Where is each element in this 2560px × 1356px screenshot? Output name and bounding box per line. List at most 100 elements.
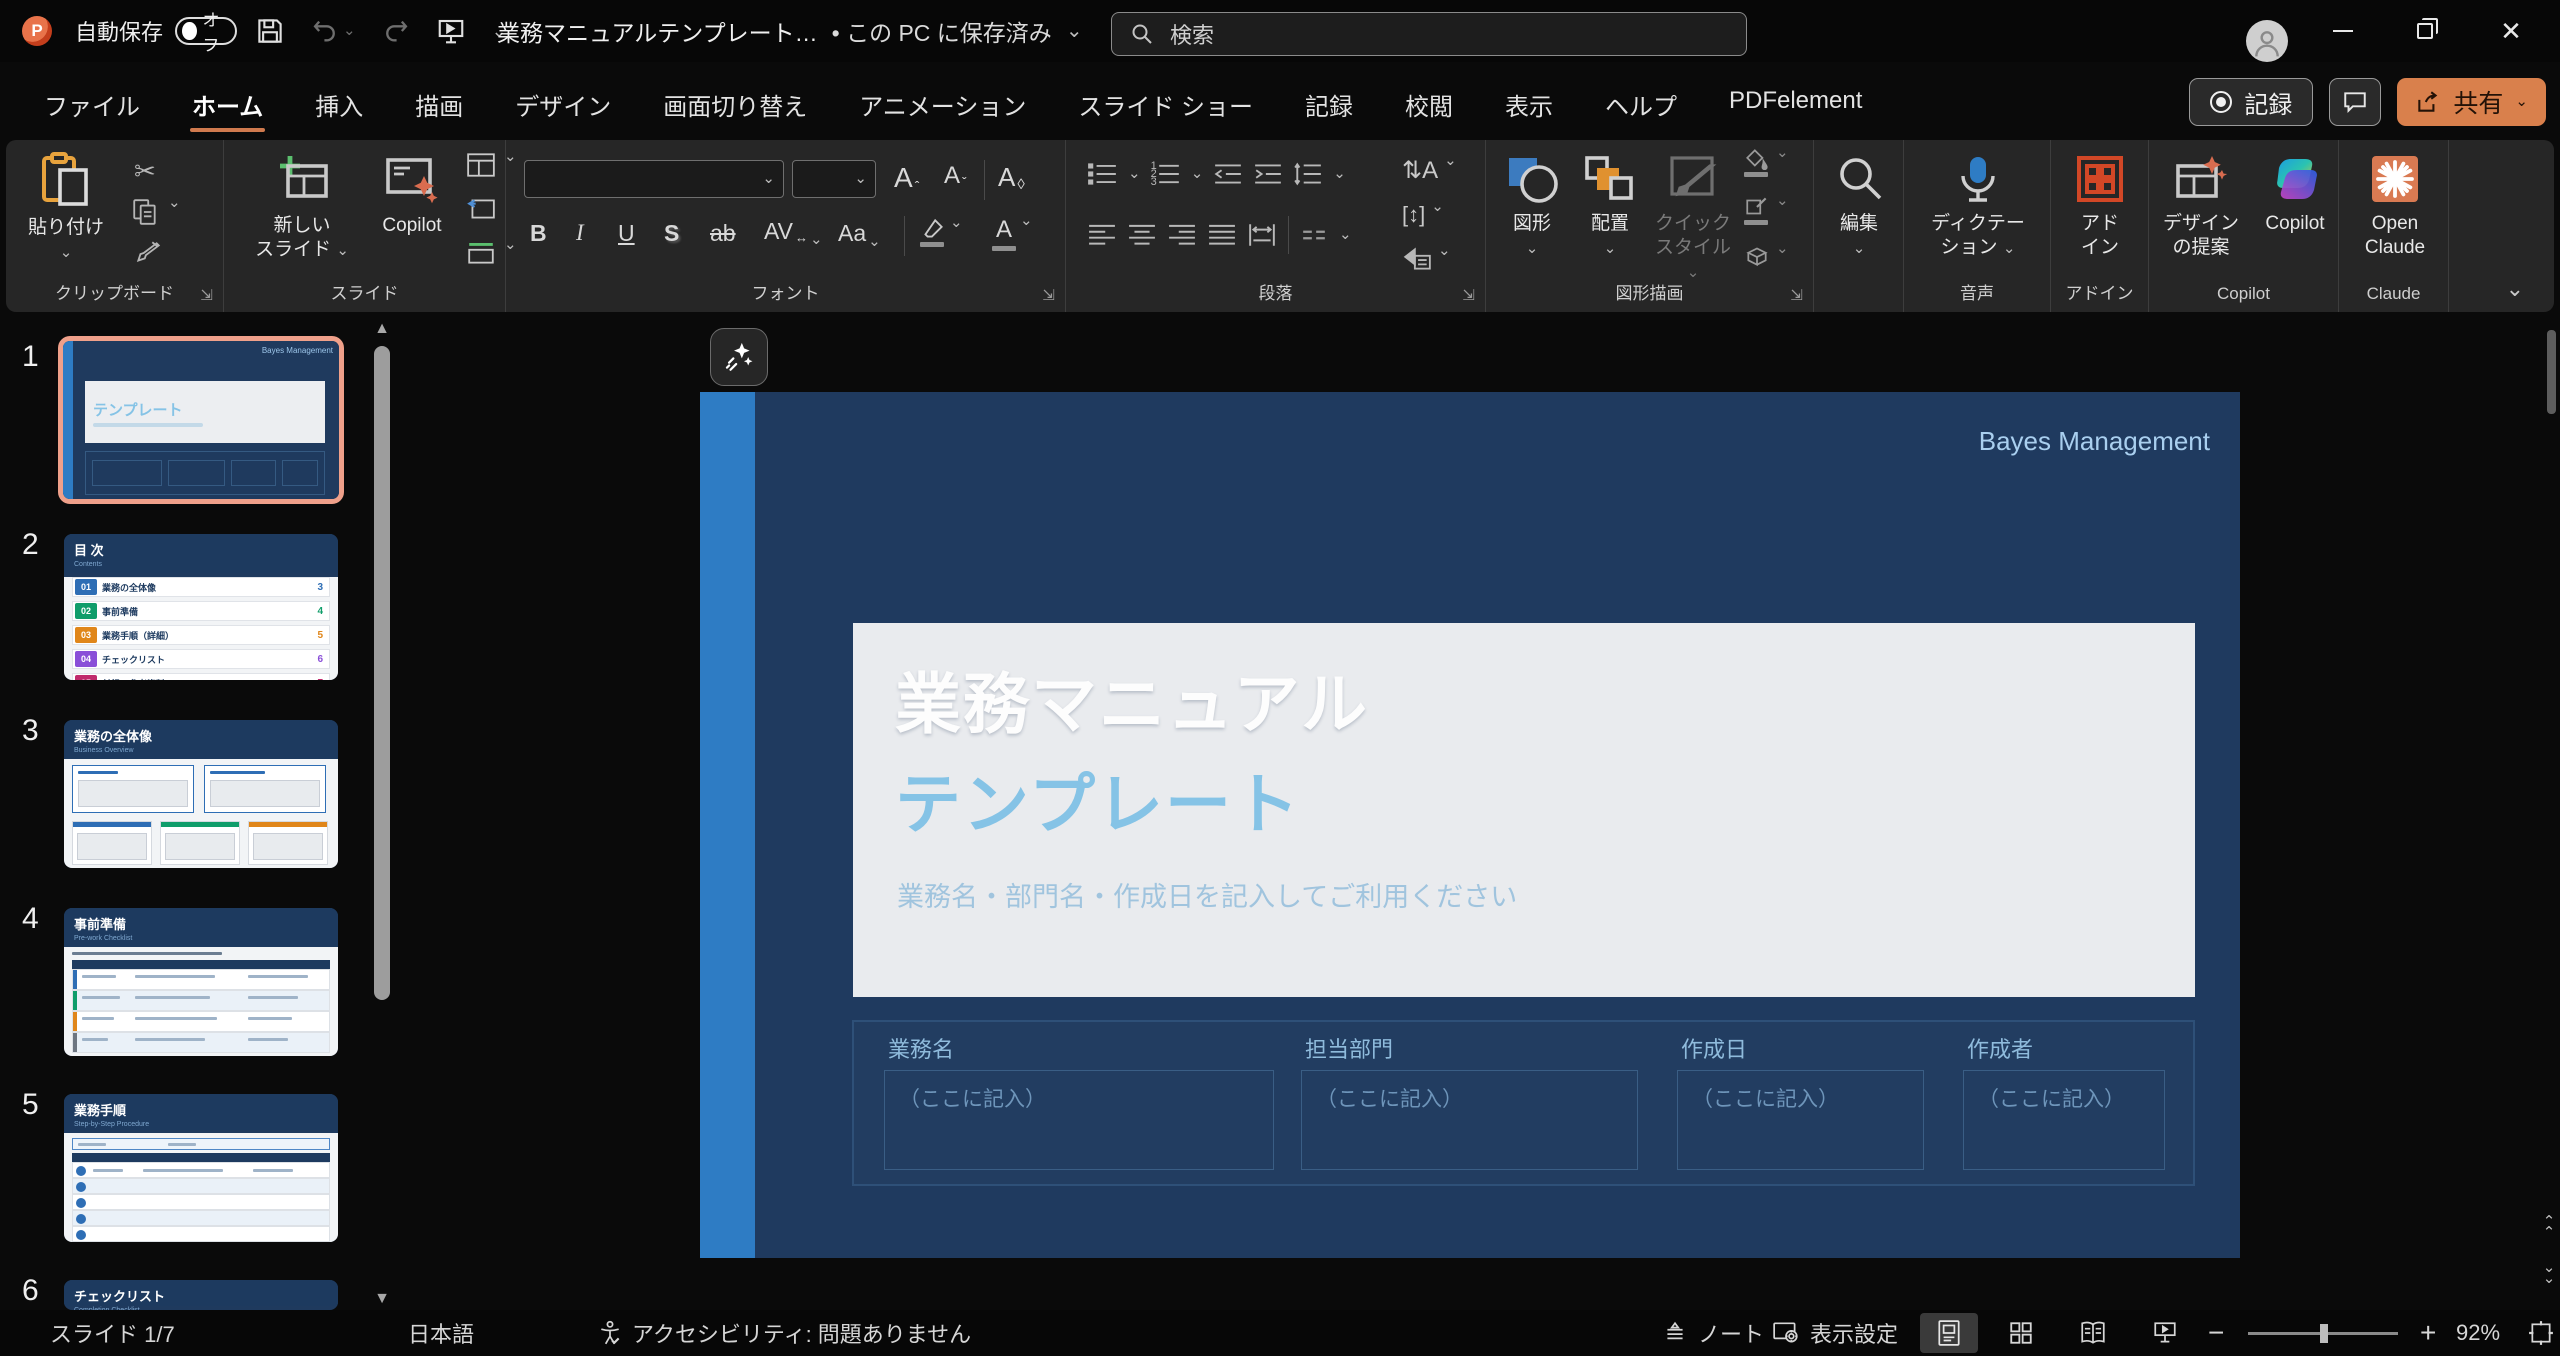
tab-review[interactable]: 校閲 [1383, 77, 1475, 136]
convert-smartart-button[interactable]: ⌄ [1402, 246, 1451, 272]
open-claude-button[interactable]: Open Claude [2353, 142, 2437, 260]
tab-pdfelement[interactable]: PDFelement [1707, 77, 1884, 136]
paragraph-dialog-launcher[interactable]: ⇲ [1462, 286, 1475, 304]
slides-copilot-button[interactable]: Copilot [364, 140, 460, 238]
underline-button[interactable]: U [618, 220, 635, 247]
thumb-scroll-up-icon[interactable]: ▲ [372, 320, 392, 338]
field-input-box[interactable]: （ここに記入） [884, 1070, 1274, 1170]
line-spacing-dropdown-icon[interactable]: ⌄ [1333, 169, 1346, 179]
shape-effects-button[interactable]: ⌄ [1744, 244, 1789, 268]
new-slide-button[interactable]: 新しい スライド ⌄ [250, 140, 354, 262]
cut-button[interactable]: ✂ [134, 156, 156, 187]
smartart-dropdown-icon[interactable]: ⌄ [1438, 246, 1451, 272]
shape-outline-button[interactable]: ⌄ [1744, 196, 1789, 225]
search-box[interactable]: 検索 [1111, 12, 1747, 56]
paste-dropdown-icon[interactable]: ⌄ [60, 248, 73, 258]
minimize-button[interactable] [2320, 8, 2366, 54]
shrink-font-button[interactable]: Aˇ [944, 162, 967, 190]
field-business-name[interactable]: 業務名 （ここに記入） [884, 1022, 1274, 1184]
tab-draw[interactable]: 描画 [393, 77, 485, 136]
copy-dropdown-icon[interactable]: ⌄ [168, 198, 181, 226]
align-right-button[interactable] [1168, 223, 1196, 247]
justify-button[interactable] [1208, 223, 1236, 247]
align-text-button[interactable]: [↕]⌄ [1402, 202, 1444, 228]
comments-button[interactable] [2329, 78, 2381, 126]
shapes-button[interactable]: 図形 ⌄ [1494, 142, 1570, 254]
tab-insert[interactable]: 挿入 [293, 77, 385, 136]
autosave-toggle[interactable]: オフ [175, 17, 237, 45]
save-icon[interactable] [255, 16, 285, 46]
powerpoint-logo-icon[interactable]: P [22, 16, 52, 46]
share-dropdown-icon[interactable]: ⌄ [2515, 97, 2528, 107]
field-input-box[interactable]: （ここに記入） [1301, 1070, 1638, 1170]
normal-view-button[interactable] [1920, 1313, 1978, 1353]
bold-button[interactable]: B [530, 220, 547, 247]
restore-button[interactable] [2402, 8, 2448, 54]
zoom-out-button[interactable]: − [2208, 1317, 2224, 1349]
increase-indent-button[interactable] [1253, 162, 1283, 186]
text-direction-button[interactable]: ⇅A⌄ [1402, 156, 1457, 185]
editing-dropdown-icon[interactable]: ⌄ [1853, 244, 1866, 254]
document-title-area[interactable]: 業務マニュアルテンプレート… • この PC に保存済み ⌄ [497, 0, 1083, 62]
dictation-dropdown-icon[interactable]: ⌄ [2003, 240, 2016, 257]
field-created-date[interactable]: 作成日 （ここに記入） [1677, 1022, 1924, 1184]
undo-button[interactable]: ⌄ [311, 17, 356, 45]
change-case-dropdown-icon[interactable]: ⌄ [868, 237, 881, 247]
slide-thumbnail-5[interactable]: 業務手順 Step-by-Step Procedure [64, 1094, 338, 1242]
field-department[interactable]: 担当部門 （ここに記入） [1301, 1022, 1638, 1184]
align-center-button[interactable] [1128, 223, 1156, 247]
paste-button[interactable]: 貼り付け ⌄ [28, 140, 104, 258]
slide-thumbnail-6[interactable]: チェックリスト Completion Checklist [64, 1280, 338, 1310]
zoom-in-button[interactable]: + [2420, 1317, 2436, 1349]
field-input-box[interactable]: （ここに記入） [1963, 1070, 2165, 1170]
text-shadow-button[interactable]: S [664, 220, 679, 247]
editing-button[interactable]: 編集 ⌄ [1820, 142, 1898, 254]
format-painter-button[interactable] [134, 240, 162, 266]
designer-sparkle-button[interactable] [710, 328, 768, 386]
line-spacing-button[interactable] [1293, 162, 1323, 186]
tab-animations[interactable]: アニメーション [837, 77, 1048, 136]
tab-record[interactable]: 記録 [1283, 77, 1375, 136]
accessibility-status[interactable]: アクセシビリティ: 問題ありません [598, 1317, 971, 1349]
slide-indicator[interactable]: スライド 1/7 [50, 1317, 175, 1349]
language-indicator[interactable]: 日本語 [408, 1317, 474, 1349]
columns-dropdown-icon[interactable]: ⌄ [1339, 230, 1352, 240]
addins-button[interactable]: アド イン [2065, 142, 2135, 260]
shape-effects-dropdown-icon[interactable]: ⌄ [1776, 244, 1789, 268]
canvas-scrollbar[interactable] [2547, 330, 2556, 414]
slide-field-panel[interactable]: 業務名 （ここに記入） 担当部門 （ここに記入） 作成日 （ここに記入） 作成者… [852, 1020, 2195, 1186]
align-text-dropdown-icon[interactable]: ⌄ [1431, 202, 1444, 228]
text-direction-dropdown-icon[interactable]: ⌄ [1444, 156, 1457, 185]
arrange-dropdown-icon[interactable]: ⌄ [1604, 244, 1617, 254]
tab-file[interactable]: ファイル [22, 77, 162, 136]
share-button[interactable]: 共有 ⌄ [2397, 78, 2546, 126]
italic-button[interactable]: I [576, 220, 584, 246]
font-dialog-launcher[interactable]: ⇲ [1042, 286, 1055, 304]
slide-thumbnail-1[interactable]: Bayes Management テンプレート [58, 336, 344, 504]
zoom-level[interactable]: 92% [2456, 1320, 2500, 1346]
undo-dropdown-icon[interactable]: ⌄ [343, 26, 356, 36]
character-spacing-button[interactable]: AV↔⌄ [764, 218, 823, 245]
bullets-button[interactable] [1088, 162, 1118, 186]
slide-thumbnail-4[interactable]: 事前準備 Pre-work Checklist [64, 908, 338, 1056]
change-case-button[interactable]: Aa⌄ [838, 220, 881, 247]
zoom-slider[interactable] [2248, 1332, 2398, 1335]
fit-to-window-button[interactable] [2528, 1320, 2554, 1346]
strikethrough-button[interactable]: ab [710, 220, 736, 247]
reading-view-button[interactable] [2064, 1313, 2122, 1353]
slide-subtitle[interactable]: 業務名・部門名・作成日を記入してご利用ください [897, 875, 1517, 914]
bullets-dropdown-icon[interactable]: ⌄ [1128, 169, 1141, 179]
display-settings-button[interactable]: 表示設定 [1772, 1317, 1898, 1349]
collapse-ribbon-icon[interactable]: ⌄ [2506, 276, 2524, 302]
drawing-dialog-launcher[interactable]: ⇲ [1790, 286, 1803, 304]
clear-formatting-button[interactable]: A◊ [998, 162, 1025, 193]
slide-thumbnail-2[interactable]: 目 次 Contents 01 業務の全体像 3 02 事前準備 4 03 業務… [64, 534, 338, 680]
tab-transitions[interactable]: 画面切り替え [641, 77, 829, 136]
slide-thumbnail-3[interactable]: 業務の全体像 Business Overview [64, 720, 338, 868]
autosave-control[interactable]: 自動保存 オフ [75, 0, 237, 62]
account-avatar[interactable] [2246, 20, 2288, 62]
distribute-text-button[interactable] [1248, 223, 1276, 247]
title-dropdown-icon[interactable]: ⌄ [1066, 26, 1083, 36]
columns-button[interactable] [1301, 224, 1327, 246]
redo-button[interactable] [382, 17, 410, 45]
